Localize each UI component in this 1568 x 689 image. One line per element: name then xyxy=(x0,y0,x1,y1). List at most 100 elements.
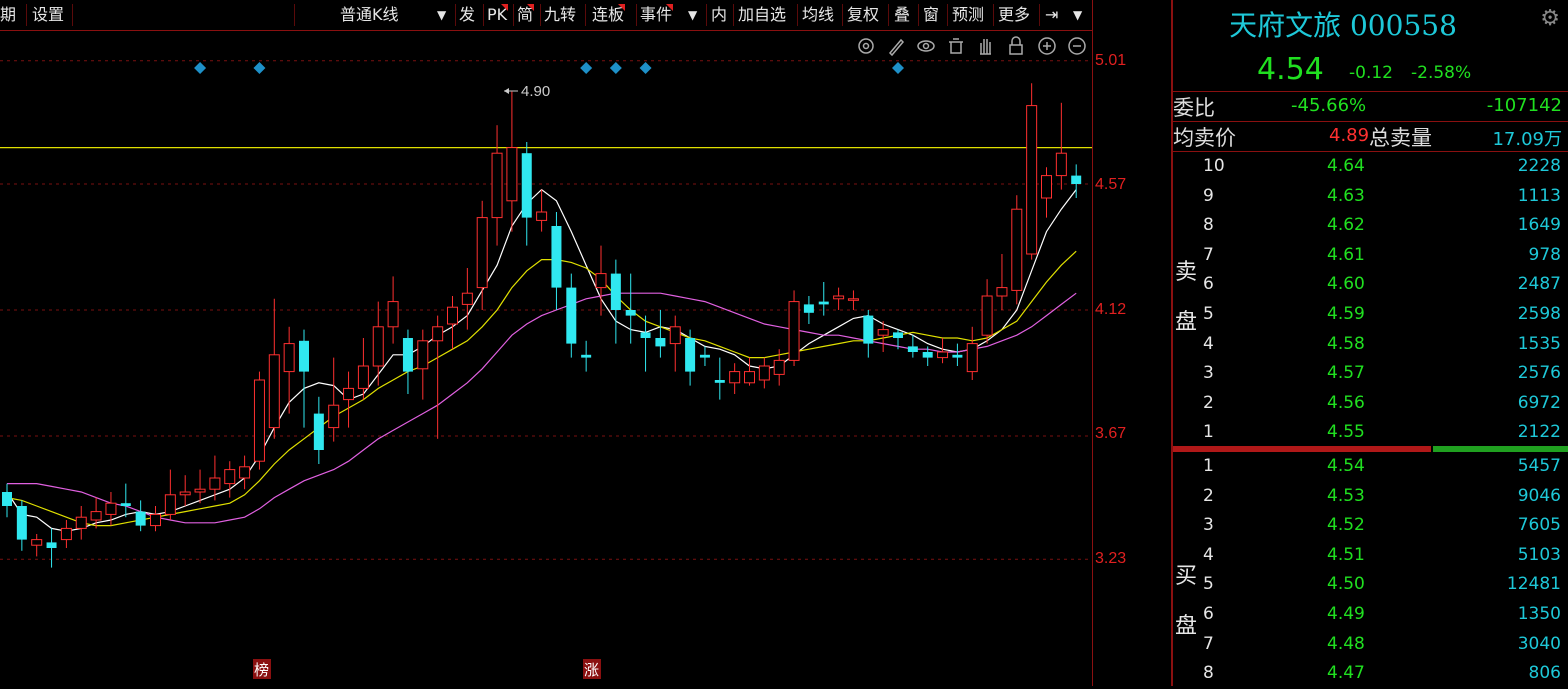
sell-level-volume: 2228 xyxy=(1517,156,1561,176)
buy-level-row[interactable]: 6 4.49 1350 xyxy=(1203,601,1563,630)
ma-line-2 xyxy=(6,250,1077,527)
corner-flag-icon xyxy=(618,4,626,11)
candle xyxy=(907,335,918,358)
kline-type-dropdown-icon[interactable]: ▼ xyxy=(437,4,446,26)
draw-pen-icon[interactable] xyxy=(888,38,905,57)
signal-diamond-icon[interactable] xyxy=(609,62,622,74)
buy-level-row[interactable]: 4 4.51 5103 xyxy=(1203,542,1563,571)
candle xyxy=(610,259,621,344)
chart-toolbar: 期 设置 普通K线 ▼ 发 PK 简 九转 连板 事件 ▼ 内 加自选 均线 复… xyxy=(0,0,1092,31)
buy-level-volume: 5103 xyxy=(1517,544,1561,565)
delete-icon[interactable] xyxy=(949,38,963,54)
sell-level-row[interactable]: 6 4.60 2487 xyxy=(1203,271,1563,300)
sell-level-row[interactable]: 9 4.63 1113 xyxy=(1203,183,1563,212)
candle xyxy=(655,310,666,358)
limit-board-button[interactable]: 连板 xyxy=(592,4,626,26)
inner-button[interactable]: 内 xyxy=(711,4,727,26)
fa-button[interactable]: 发 xyxy=(459,4,475,26)
buy-level-volume: 7605 xyxy=(1517,515,1561,536)
event-marker-zhang[interactable]: 涨 xyxy=(584,661,599,679)
period-button[interactable]: 期 xyxy=(0,4,16,26)
sell-level-volume: 6972 xyxy=(1517,392,1561,413)
toolbar-divider xyxy=(26,4,27,26)
simple-button[interactable]: 简 xyxy=(517,4,535,26)
total-sell-label: 总卖量 xyxy=(1369,126,1432,150)
kline-chart[interactable]: 4.90 榜 涨 xyxy=(0,31,1092,686)
sell-level-volume: 1535 xyxy=(1517,333,1561,354)
window-button[interactable]: 窗 xyxy=(923,4,939,26)
buy-level-row[interactable]: 1 4.54 5457 xyxy=(1203,453,1563,482)
buy-level-price: 4.49 xyxy=(1327,604,1365,624)
sell-level-row[interactable]: 2 4.56 6972 xyxy=(1203,390,1563,419)
high-price-annotation: 4.90 xyxy=(504,83,550,100)
zoom-in-icon[interactable] xyxy=(1038,37,1056,55)
sell-level-volume: 1113 xyxy=(1517,185,1561,206)
ma-button[interactable]: 均线 xyxy=(802,4,834,26)
sell-level-number: 1 xyxy=(1203,422,1214,443)
candle xyxy=(521,142,532,246)
adjust-button[interactable]: 复权 xyxy=(847,4,879,26)
lock-icon[interactable] xyxy=(1009,36,1023,55)
hand-pan-icon[interactable] xyxy=(980,39,991,55)
sell-level-number: 5 xyxy=(1203,304,1214,324)
signal-diamond-icon[interactable] xyxy=(892,62,904,74)
price-axis-label: 4.57 xyxy=(1095,176,1127,193)
candle xyxy=(699,346,710,366)
candle xyxy=(343,371,355,428)
signal-diamond-icon[interactable] xyxy=(639,62,652,74)
overlay-button[interactable]: 叠 xyxy=(894,4,910,26)
price-axis-label: 4.12 xyxy=(1095,301,1127,318)
sell-level-row[interactable]: 10 4.64 2228 xyxy=(1203,153,1563,182)
zoom-out-icon[interactable] xyxy=(1068,37,1086,55)
sell-level-number: 6 xyxy=(1203,274,1214,295)
sell-level-row[interactable]: 7 4.61 978 xyxy=(1203,242,1563,271)
toolbar-divider xyxy=(585,4,586,26)
signal-diamond-icon[interactable] xyxy=(194,62,207,74)
buy-level-price: 4.53 xyxy=(1327,485,1365,506)
avg-sell-price: 4.89 xyxy=(1329,125,1370,146)
pk-button[interactable]: PK xyxy=(487,4,509,26)
candle xyxy=(1071,164,1082,198)
buy-level-row[interactable]: 7 4.48 3040 xyxy=(1203,631,1563,660)
buy-level-price: 4.54 xyxy=(1327,456,1365,476)
candle xyxy=(387,276,399,344)
settings-gear-icon[interactable] xyxy=(858,38,874,54)
total-sell-vol: 17.09万 xyxy=(1492,129,1562,150)
signal-diamond-icon[interactable] xyxy=(580,62,593,74)
event-button[interactable]: 事件 xyxy=(640,4,674,26)
buy-level-row[interactable]: 5 4.50 12481 xyxy=(1203,571,1563,600)
buy-level-volume: 12481 xyxy=(1506,574,1561,595)
stock-name-code[interactable]: 天府文旅 000558 xyxy=(1173,4,1513,44)
gear-icon[interactable]: ⚙ xyxy=(1540,6,1560,31)
signal-diamond-icon[interactable] xyxy=(253,62,266,74)
collapse-panel-icon[interactable]: ⇥ xyxy=(1045,4,1058,26)
buy-level-number: 7 xyxy=(1203,633,1214,654)
toolbar-dropdown-icon[interactable]: ▼ xyxy=(1073,4,1082,26)
candle xyxy=(491,125,503,246)
more-dropdown-icon[interactable]: ▼ xyxy=(688,4,697,26)
kline-type-select[interactable]: 普通K线 xyxy=(340,4,399,26)
sell-level-row[interactable]: 1 4.55 2122 xyxy=(1203,419,1563,448)
candle xyxy=(150,506,161,532)
forecast-button[interactable]: 预测 xyxy=(952,4,984,26)
sell-level-row[interactable]: 5 4.59 2598 xyxy=(1203,301,1563,330)
sell-level-row[interactable]: 3 4.57 2576 xyxy=(1203,360,1563,389)
sell-level-row[interactable]: 4 4.58 1535 xyxy=(1203,331,1563,360)
settings-button[interactable]: 设置 xyxy=(32,4,64,26)
candle xyxy=(966,326,978,380)
buy-level-row[interactable]: 2 4.53 9046 xyxy=(1203,483,1563,512)
more-button[interactable]: 更多 xyxy=(998,4,1030,26)
buy-level-row[interactable]: 3 4.52 7605 xyxy=(1203,512,1563,541)
buy-level-number: 8 xyxy=(1203,663,1214,684)
candle xyxy=(1011,195,1023,305)
event-marker-bang[interactable]: 榜 xyxy=(254,661,269,679)
eye-icon[interactable] xyxy=(917,40,935,52)
nine-turn-button[interactable]: 九转 xyxy=(544,4,576,26)
buy-level-row[interactable]: 8 4.47 806 xyxy=(1203,660,1563,689)
add-watchlist-button[interactable]: 加自选 xyxy=(738,4,786,26)
candle xyxy=(402,329,413,394)
candle xyxy=(536,189,548,232)
sell-level-row[interactable]: 8 4.62 1649 xyxy=(1203,212,1563,241)
divider xyxy=(1173,151,1568,152)
ma-line-1 xyxy=(6,188,1077,532)
